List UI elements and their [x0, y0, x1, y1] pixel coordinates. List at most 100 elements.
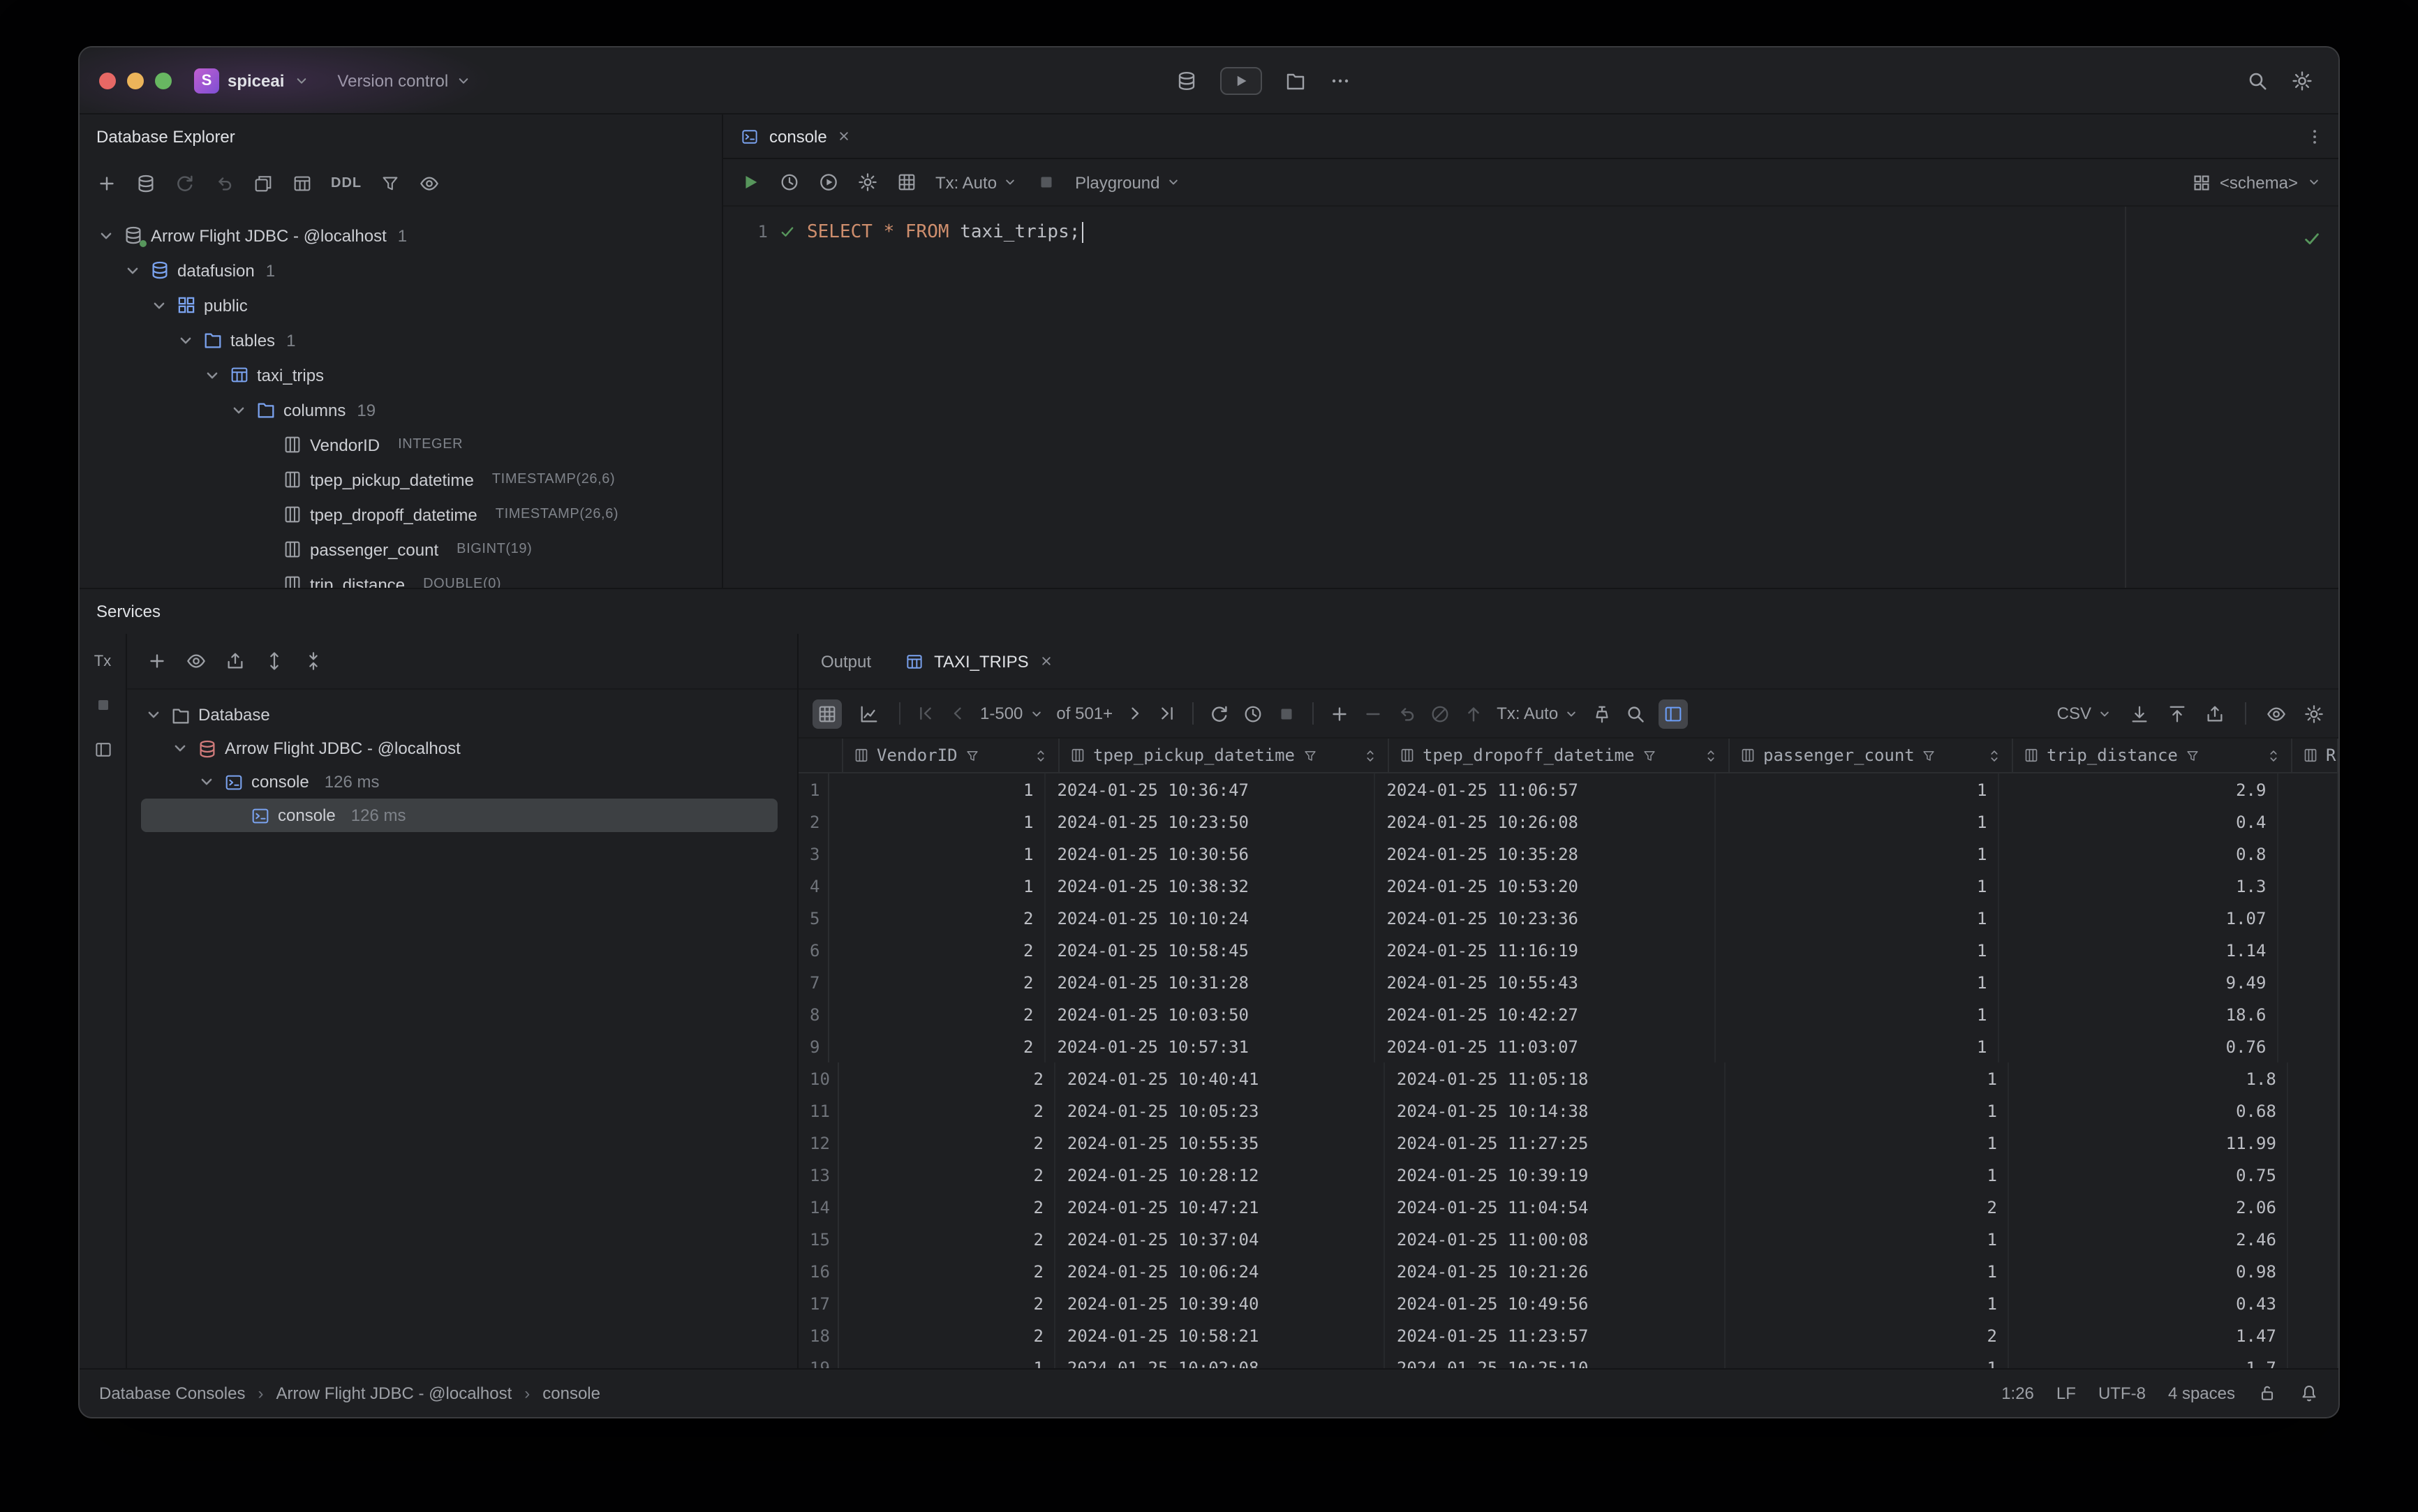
- cell-rate[interactable]: [2289, 1319, 2338, 1351]
- row-number[interactable]: 2: [799, 806, 830, 838]
- search-everywhere-icon[interactable]: [2246, 69, 2269, 91]
- chevron-down-icon[interactable]: [123, 260, 142, 280]
- cell-rate[interactable]: [2278, 998, 2338, 1030]
- row-number[interactable]: 5: [799, 902, 830, 934]
- caret-position-widget[interactable]: 1:26: [2001, 1384, 2034, 1403]
- breadcrumb-item[interactable]: Database Consoles: [99, 1384, 245, 1403]
- sort-icon[interactable]: [1703, 748, 1719, 763]
- cell-vendorid[interactable]: 1: [829, 838, 1046, 870]
- table-row[interactable]: 12 2 2024-01-25 10:55:35 2024-01-25 11:2…: [799, 1127, 2338, 1159]
- add-service-icon[interactable]: [147, 651, 168, 672]
- cell-rate[interactable]: [2278, 773, 2338, 806]
- row-number[interactable]: 15: [799, 1223, 840, 1255]
- close-tab-icon[interactable]: [837, 128, 852, 144]
- cell-rate[interactable]: [2289, 1255, 2338, 1287]
- export-data-icon[interactable]: [2204, 703, 2225, 724]
- filter-funnel-icon[interactable]: [1922, 748, 1937, 763]
- grid-settings-gear-icon[interactable]: [2304, 703, 2324, 724]
- chevron-down-icon[interactable]: [144, 705, 163, 725]
- cell-dropoff-datetime[interactable]: 2024-01-25 11:04:54: [1386, 1191, 1726, 1223]
- cell-dropoff-datetime[interactable]: 2024-01-25 10:49:56: [1386, 1287, 1726, 1319]
- cell-vendorid[interactable]: 1: [829, 773, 1046, 806]
- cell-pickup-datetime[interactable]: 2024-01-25 10:31:28: [1046, 966, 1376, 998]
- tree-item-column[interactable]: trip_distance DOUBLE(0): [80, 567, 722, 588]
- schema-selector[interactable]: <schema>: [2192, 172, 2322, 192]
- export-format-selector[interactable]: CSV: [2057, 704, 2112, 723]
- table-view-toggle[interactable]: [813, 699, 842, 728]
- download-data-icon[interactable]: [2129, 703, 2150, 724]
- row-number[interactable]: 3: [799, 838, 830, 870]
- previous-page-icon[interactable]: [948, 704, 967, 723]
- cell-trip-distance[interactable]: 1.14: [1999, 934, 2279, 966]
- cell-rate[interactable]: [2289, 1062, 2338, 1095]
- column-header-trip-distance[interactable]: trip_distance: [2013, 739, 2292, 772]
- table-row[interactable]: 2 1 2024-01-25 10:23:50 2024-01-25 10:26…: [799, 806, 2338, 838]
- cell-passenger-count[interactable]: 1: [1716, 806, 2000, 838]
- cell-rate[interactable]: [2278, 966, 2338, 998]
- cell-vendorid[interactable]: 2: [840, 1255, 1056, 1287]
- cell-pickup-datetime[interactable]: 2024-01-25 10:37:04: [1056, 1223, 1386, 1255]
- cell-vendorid[interactable]: 1: [829, 806, 1046, 838]
- tree-item-datasource[interactable]: Arrow Flight JDBC - @localhost 1: [80, 218, 722, 253]
- first-page-icon[interactable]: [916, 704, 935, 723]
- cell-pickup-datetime[interactable]: 2024-01-25 10:10:24: [1046, 902, 1376, 934]
- query-history-clock-icon[interactable]: [1243, 703, 1263, 724]
- datasource-properties-icon[interactable]: [135, 172, 156, 193]
- cell-rate[interactable]: [2289, 1287, 2338, 1319]
- row-number[interactable]: 1: [799, 773, 830, 806]
- find-in-grid-icon[interactable]: [1625, 703, 1646, 724]
- cell-rate[interactable]: [2289, 1223, 2338, 1255]
- row-number[interactable]: 16: [799, 1255, 840, 1287]
- row-number[interactable]: 4: [799, 870, 830, 902]
- cell-trip-distance[interactable]: 2.9: [1999, 773, 2279, 806]
- cell-pickup-datetime[interactable]: 2024-01-25 10:40:41: [1056, 1062, 1386, 1095]
- table-row[interactable]: 17 2 2024-01-25 10:39:40 2024-01-25 10:4…: [799, 1287, 2338, 1319]
- cell-trip-distance[interactable]: 18.6: [1999, 998, 2279, 1030]
- column-header-pickup[interactable]: tpep_pickup_datetime: [1060, 739, 1389, 772]
- column-header-vendorid[interactable]: VendorID: [843, 739, 1060, 772]
- table-row[interactable]: 9 2 2024-01-25 10:57:31 2024-01-25 11:03…: [799, 1030, 2338, 1062]
- service-node-console[interactable]: console 126 ms: [141, 765, 778, 799]
- filter-funnel-icon[interactable]: [1641, 748, 1656, 763]
- run-query-button[interactable]: [740, 172, 761, 193]
- chevron-down-icon[interactable]: [149, 295, 169, 315]
- preview-eye-icon[interactable]: [186, 651, 207, 672]
- table-row[interactable]: 15 2 2024-01-25 10:37:04 2024-01-25 11:0…: [799, 1223, 2338, 1255]
- cell-pickup-datetime[interactable]: 2024-01-25 10:30:56: [1046, 838, 1376, 870]
- table-row[interactable]: 1 1 2024-01-25 10:36:47 2024-01-25 11:06…: [799, 773, 2338, 806]
- cell-dropoff-datetime[interactable]: 2024-01-25 10:55:43: [1375, 966, 1716, 998]
- cell-trip-distance[interactable]: 1.3: [1999, 870, 2279, 902]
- filter-icon[interactable]: [380, 172, 401, 193]
- table-row[interactable]: 5 2 2024-01-25 10:10:24 2024-01-25 10:23…: [799, 902, 2338, 934]
- breadcrumb-item[interactable]: Arrow Flight JDBC - @localhost: [276, 1384, 512, 1403]
- service-node-console-result[interactable]: console 126 ms: [141, 799, 778, 832]
- cell-pickup-datetime[interactable]: 2024-01-25 10:58:45: [1046, 934, 1376, 966]
- cell-passenger-count[interactable]: 1: [1716, 966, 2000, 998]
- tree-item-table[interactable]: taxi_trips: [80, 357, 722, 392]
- cell-passenger-count[interactable]: 1: [1726, 1287, 2010, 1319]
- cell-trip-distance[interactable]: 0.43: [2010, 1287, 2289, 1319]
- cell-rate[interactable]: [2289, 1095, 2338, 1127]
- filter-funnel-icon[interactable]: [965, 748, 980, 763]
- table-row[interactable]: 13 2 2024-01-25 10:28:12 2024-01-25 10:3…: [799, 1159, 2338, 1191]
- column-header-passenger-count[interactable]: passenger_count: [1730, 739, 2013, 772]
- column-header-dropoff[interactable]: tpep_dropoff_datetime: [1389, 739, 1730, 772]
- cell-dropoff-datetime[interactable]: 2024-01-25 10:25:10: [1386, 1351, 1726, 1368]
- cell-vendorid[interactable]: 2: [840, 1062, 1056, 1095]
- cell-rate[interactable]: [2289, 1191, 2338, 1223]
- cell-trip-distance[interactable]: 0.68: [2010, 1095, 2289, 1127]
- open-table-icon[interactable]: [292, 172, 313, 193]
- cell-dropoff-datetime[interactable]: 2024-01-25 11:06:57: [1375, 773, 1716, 806]
- cell-pickup-datetime[interactable]: 2024-01-25 10:02:08: [1056, 1351, 1386, 1368]
- cell-dropoff-datetime[interactable]: 2024-01-25 10:42:27: [1375, 998, 1716, 1030]
- cell-trip-distance[interactable]: 0.75: [2010, 1159, 2289, 1191]
- tree-item-schema[interactable]: public: [80, 288, 722, 323]
- panel-layout-icon[interactable]: [93, 740, 112, 759]
- last-page-icon[interactable]: [1157, 704, 1177, 723]
- reload-data-icon[interactable]: [1209, 703, 1230, 724]
- cell-passenger-count[interactable]: 2: [1726, 1191, 2010, 1223]
- version-control-menu[interactable]: Version control: [337, 71, 472, 90]
- cell-vendorid[interactable]: 2: [829, 1030, 1046, 1062]
- chart-view-toggle[interactable]: [854, 699, 884, 728]
- cell-passenger-count[interactable]: 1: [1726, 1255, 2010, 1287]
